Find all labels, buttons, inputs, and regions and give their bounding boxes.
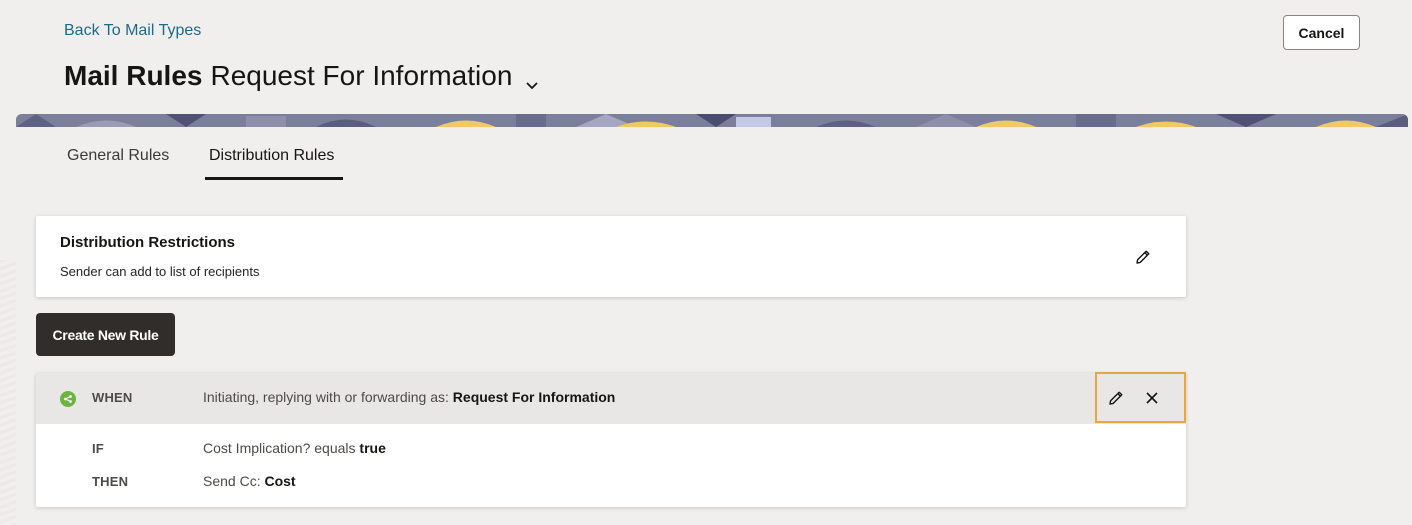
if-condition: Cost Implication? equals true (203, 440, 386, 456)
cancel-button[interactable]: Cancel (1283, 15, 1360, 50)
delete-rule-close-icon[interactable] (1140, 386, 1164, 410)
background-decoration (0, 260, 16, 525)
then-keyword: THEN (92, 474, 129, 489)
share-icon (60, 391, 76, 407)
rule-header: WHEN Initiating, replying with or forwar… (36, 372, 1186, 424)
when-condition: Initiating, replying with or forwarding … (203, 389, 615, 405)
page-title-bold: Mail Rules (64, 60, 203, 91)
when-keyword: WHEN (92, 390, 133, 405)
distribution-rule-card: WHEN Initiating, replying with or forwar… (36, 372, 1186, 507)
create-new-rule-button[interactable]: Create New Rule (36, 313, 175, 356)
chevron-down-icon[interactable] (524, 68, 540, 90)
rule-tabs: General Rules Distribution Rules (67, 145, 343, 180)
edit-restrictions-pencil-icon[interactable] (1131, 245, 1155, 269)
when-condition-value: Request For Information (452, 389, 616, 405)
if-condition-text: Cost Implication? equals (203, 440, 356, 456)
then-action-text: Send Cc: (203, 473, 261, 489)
distribution-restrictions-card: Distribution Restrictions Sender can add… (36, 216, 1186, 297)
distribution-restrictions-subtitle: Sender can add to list of recipients (60, 264, 260, 279)
decorative-banner (16, 114, 1408, 127)
then-action: Send Cc: Cost (203, 473, 296, 489)
back-to-mail-types-link[interactable]: Back To Mail Types (64, 22, 201, 40)
rule-actions (1095, 372, 1186, 423)
if-condition-value: true (359, 440, 386, 456)
distribution-rules-panel: General Rules Distribution Rules Distrib… (16, 127, 1408, 525)
when-condition-text: Initiating, replying with or forwarding … (203, 389, 449, 405)
then-action-value: Cost (264, 473, 296, 489)
edit-rule-pencil-icon[interactable] (1104, 386, 1128, 410)
tab-general-rules[interactable]: General Rules (67, 145, 205, 180)
page-title: Mail Rules Request For Information (64, 60, 540, 92)
page-title-mail-type[interactable]: Request For Information (210, 60, 512, 92)
if-keyword: IF (92, 441, 104, 456)
distribution-restrictions-title: Distribution Restrictions (60, 234, 236, 251)
tab-distribution-rules[interactable]: Distribution Rules (205, 145, 343, 180)
